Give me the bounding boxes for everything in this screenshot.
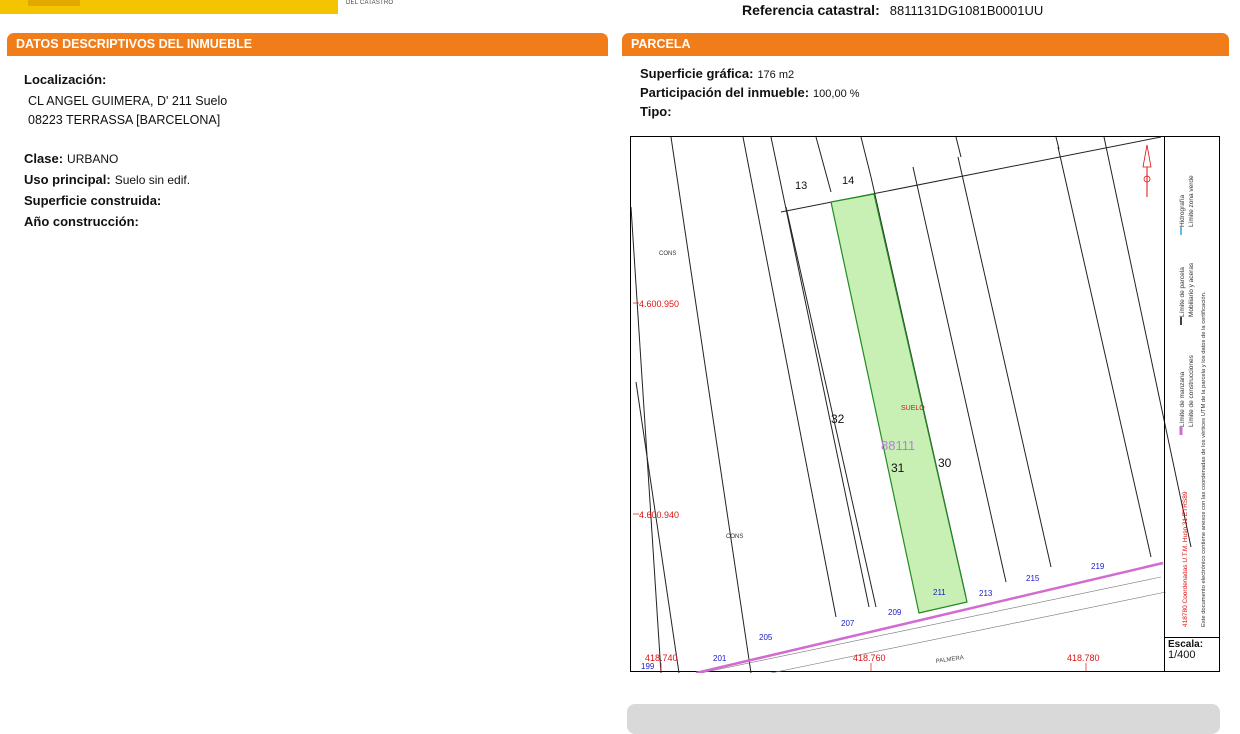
coord-y: 4.600.940	[639, 510, 679, 520]
street-num: 207	[841, 619, 855, 628]
superficie-row: Superficie construida:	[24, 193, 161, 208]
cadastral-map: 13 14 32 31 30 88111 SUELO CONS CONS 199…	[630, 136, 1220, 673]
clase-row: Clase: URBANO	[24, 151, 118, 166]
scale-value: 1/400	[1168, 649, 1196, 661]
parcel-num: 32	[831, 412, 845, 426]
parcel-ref-label: 88111	[881, 438, 915, 453]
section-datos-descriptivos: DATOS DESCRIPTIVOS DEL INMUEBLE	[7, 33, 608, 55]
ref-label: Referencia catastral:	[742, 2, 880, 18]
street-name-label: PALMERA	[935, 655, 964, 665]
clase-label: Clase:	[24, 151, 64, 166]
parcel-num: 30	[938, 456, 952, 470]
parcel-num: 13	[795, 180, 807, 192]
street-num: 205	[759, 633, 773, 642]
coord-ticks	[633, 302, 1087, 671]
sup-grafica-row: Superficie gráfica: 176 m2	[640, 66, 794, 81]
suelo-label: SUELO	[901, 405, 925, 412]
referencia-catastral: Referencia catastral: 8811131DG1081B0001U…	[742, 2, 1043, 18]
address-line-2: 08223 TERRASSA [BARCELONA]	[28, 113, 221, 127]
legend-svg: 418780 Coordenadas U.T.M. Huso 31 ETRS89…	[1179, 175, 1207, 627]
parcel-num: 31	[891, 461, 905, 475]
clase-value: URBANO	[67, 152, 119, 166]
participacion-value: 100,00 %	[813, 88, 860, 100]
cons-label: CONS	[659, 251, 676, 257]
street-num: 213	[979, 589, 993, 598]
localizacion-label: Localización:	[24, 72, 107, 87]
sup-grafica-label: Superficie gráfica:	[640, 66, 754, 81]
coord-x: 418.740	[645, 653, 678, 663]
coord-x: 418.780	[1067, 653, 1100, 663]
map-svg: 13 14 32 31 30 88111 SUELO CONS CONS 199…	[631, 137, 1192, 673]
superficie-label: Superficie construida:	[24, 193, 162, 208]
street-num: 199	[641, 662, 655, 671]
cons-label: CONS	[726, 534, 743, 540]
legend-item: Límite de manzana	[1179, 371, 1186, 427]
section-divider-left	[7, 55, 608, 56]
legend-item: Límite de construcciones	[1188, 354, 1195, 427]
street-num: 209	[888, 608, 902, 617]
uso-label: Uso principal:	[24, 172, 111, 187]
legend-item: Hidrografía	[1179, 194, 1186, 227]
parcel-num: 14	[842, 175, 854, 187]
map-legend: 418780 Coordenadas U.T.M. Huso 31 ETRS89…	[1164, 137, 1220, 637]
highlighted-parcel	[830, 193, 968, 614]
coord-y: 4.600.950	[639, 299, 679, 309]
uso-row: Uso principal: Suelo sin edif.	[24, 172, 190, 187]
participacion-label: Participación del inmueble:	[640, 85, 810, 100]
anio-label: Año construcción:	[24, 214, 139, 229]
address-line-1: CL ANGEL GUIMERA, D' 211 Suelo	[28, 94, 228, 108]
section-divider-right	[622, 55, 1229, 56]
coord-x: 418.760	[853, 653, 886, 663]
ref-value: 8811131DG1081B0001UU	[889, 3, 1044, 18]
legend-utm-text: 418780 Coordenadas U.T.M. Huso 31 ETRS89	[1182, 491, 1189, 627]
tipo-row: Tipo:	[640, 104, 672, 119]
north-arrow-icon	[1142, 144, 1152, 197]
logo-mark	[28, 0, 80, 6]
legend-item: Límite zona verde	[1188, 175, 1195, 227]
localizacion-block: Localización: CL ANGEL GUIMERA, D' 211 S…	[24, 72, 227, 130]
legend-item: Mobiliario y aceras	[1188, 262, 1195, 317]
street-num: 211	[933, 588, 946, 597]
tipo-label: Tipo:	[640, 104, 672, 119]
anio-row: Año construcción:	[24, 214, 139, 229]
sup-grafica-value: 176 m2	[757, 69, 795, 81]
section-parcela: PARCELA	[622, 33, 1229, 55]
legend-item: Límite de parcela	[1179, 267, 1186, 317]
uso-value: Suelo sin edif.	[114, 173, 191, 187]
legend-note-text: Este documento electrónico contiene anex…	[1201, 291, 1207, 627]
street-num: 219	[1091, 562, 1105, 571]
participacion-row: Participación del inmueble: 100,00 %	[640, 85, 860, 100]
logo-small-text: DEL CATASTRO	[346, 0, 394, 6]
street-num: 201	[713, 654, 727, 663]
footer-note-box	[627, 704, 1220, 734]
scale-box: Escala: 1/400	[1164, 637, 1219, 671]
street-num: 215	[1026, 574, 1040, 583]
catastro-logo-bar	[0, 0, 338, 14]
